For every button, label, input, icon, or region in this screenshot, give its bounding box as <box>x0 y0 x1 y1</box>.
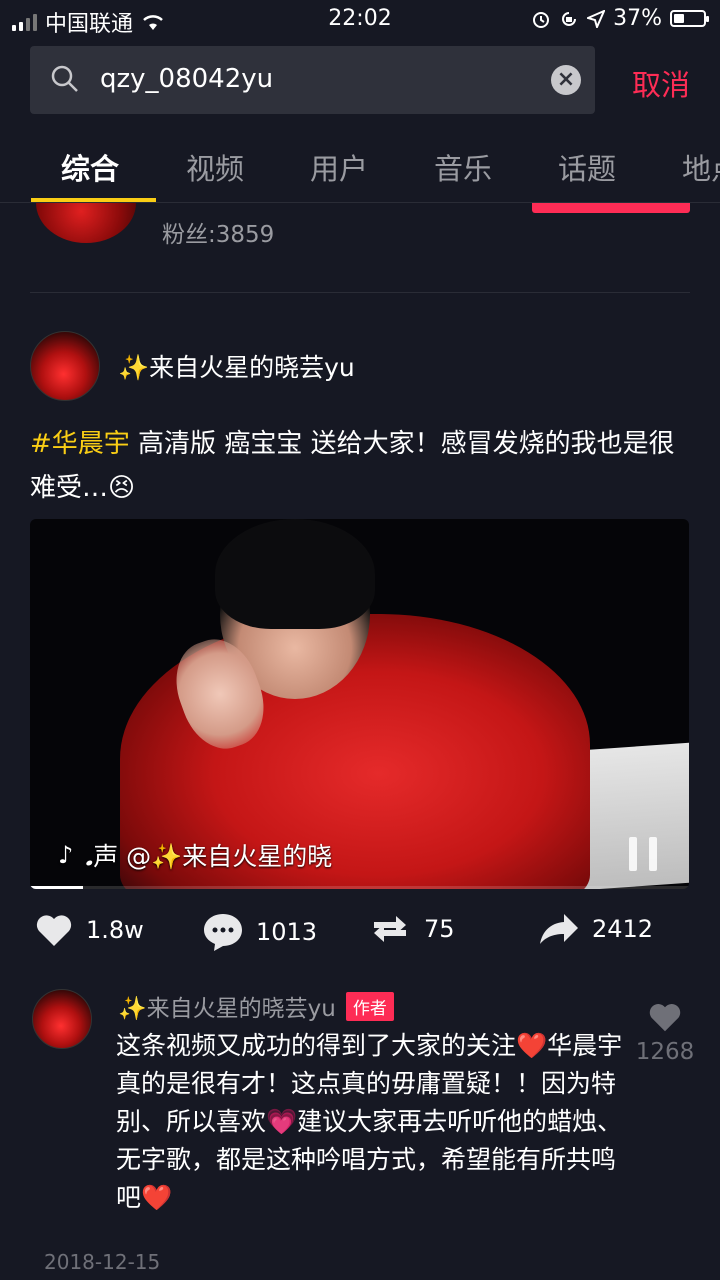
tab-video[interactable]: 视频 <box>186 146 244 188</box>
video-progress-fill <box>30 886 83 889</box>
repost-icon <box>374 916 406 942</box>
battery-icon <box>670 10 709 27</box>
author-badge: 作者 <box>345 991 394 1021</box>
post-date: 2018-12-15 <box>44 1250 161 1274</box>
cancel-button[interactable]: 取消 <box>632 62 690 104</box>
video-progress[interactable] <box>30 886 689 889</box>
like-count: 1.8w <box>86 916 144 944</box>
rotation-lock-icon <box>562 11 577 26</box>
post-caption: #华晨宇 高清版 癌宝宝 送给大家！感冒发烧的我也是很难受…😣 <box>30 422 695 510</box>
comment-like-button[interactable]: 1268 <box>625 1001 705 1065</box>
tab-music[interactable]: 音乐 <box>434 146 492 188</box>
user-result[interactable]: 粉丝:3859 <box>0 203 720 293</box>
search-query: qzy_08042yu <box>100 64 274 94</box>
share-count: 2412 <box>592 915 654 943</box>
status-bar: 中国联通 22:02 37% <box>0 0 720 40</box>
share-icon <box>540 914 578 944</box>
tab-bar: 综合 视频 用户 音乐 话题 地点 <box>0 130 720 202</box>
comment-button[interactable]: 1013 <box>202 912 317 952</box>
repost-button[interactable]: 75 <box>368 912 455 946</box>
follow-button[interactable] <box>532 203 690 213</box>
pause-icon[interactable] <box>629 837 657 871</box>
fans-count: 粉丝:3859 <box>162 222 275 248</box>
search-icon <box>51 65 78 92</box>
comment-text: 这条视频又成功的得到了大家的关注❤️华晨宇真的是很有才！这点真的毋庸置疑！！因为… <box>116 1031 623 1212</box>
tab-location[interactable]: 地点 <box>682 146 720 188</box>
avatar[interactable] <box>30 331 100 401</box>
alarm-icon <box>533 11 550 28</box>
comment-author[interactable]: ✨来自火星的晓芸yu <box>118 989 336 1023</box>
avatar[interactable] <box>36 203 136 243</box>
heart-icon <box>649 1004 681 1032</box>
clear-icon[interactable]: × <box>551 65 581 95</box>
tab-all[interactable]: 综合 <box>61 146 119 188</box>
like-button[interactable]: 1.8w <box>34 912 144 948</box>
video-overlay: ♪ 𝅘声 @✨来自火星的晓 <box>58 837 332 873</box>
location-icon <box>587 9 606 28</box>
divider <box>30 292 690 293</box>
status-right: 37% <box>531 6 709 31</box>
video-player[interactable]: ♪ 𝅘声 @✨来自火星的晓 <box>30 519 689 889</box>
author-name[interactable]: ✨来自火星的晓芸yu <box>118 348 355 384</box>
hashtag-link[interactable]: #华晨宇 <box>30 429 130 459</box>
comment-like-count: 1268 <box>635 1039 695 1065</box>
avatar[interactable] <box>32 989 92 1049</box>
tiktok-icon: ♪ <box>58 841 74 869</box>
comment-count: 1013 <box>256 918 318 946</box>
video-figure-hair <box>215 519 375 629</box>
battery-percent: 37% <box>613 6 662 31</box>
battery-fill <box>674 14 685 23</box>
search-input[interactable]: qzy_08042yu × <box>30 46 595 114</box>
tab-topic[interactable]: 话题 <box>558 146 616 188</box>
comment-header: ✨来自火星的晓芸yu 作者 <box>118 989 394 1023</box>
video-overlay-text: 𝅘声 @✨来自火星的晓 <box>85 842 333 871</box>
comment-icon <box>204 914 242 951</box>
share-button[interactable]: 2412 <box>538 912 653 946</box>
heart-icon <box>36 915 72 946</box>
search-row: qzy_08042yu × 取消 <box>30 46 690 114</box>
action-bar: 1.8w 1013 75 2412 <box>30 912 690 960</box>
repost-count: 75 <box>424 915 455 943</box>
post-author[interactable]: ✨来自火星的晓芸yu <box>30 330 355 402</box>
tab-user[interactable]: 用户 <box>310 146 368 188</box>
